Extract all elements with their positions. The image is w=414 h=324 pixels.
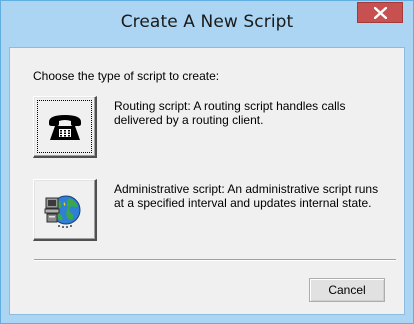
dialog-content: Choose the type of script to create: Rou… <box>9 47 405 315</box>
globe-computer-icon <box>44 195 80 228</box>
close-icon <box>374 7 387 19</box>
close-button[interactable] <box>357 2 403 23</box>
window-title: Create A New Script <box>120 12 294 32</box>
dialog-window: Create A New Script Choose the type of s… <box>0 0 414 324</box>
routing-script-description: Routing script: A routing script handles… <box>114 99 346 127</box>
telephone-icon <box>48 114 81 140</box>
cancel-button[interactable]: Cancel <box>309 278 385 302</box>
title-bar[interactable]: Create A New Script <box>1 1 413 47</box>
separator <box>34 259 396 261</box>
prompt-label: Choose the type of script to create: <box>33 69 220 83</box>
administrative-script-description: Administrative script: An administrative… <box>114 182 379 210</box>
routing-script-button[interactable] <box>33 96 97 158</box>
administrative-script-button[interactable] <box>33 179 97 241</box>
